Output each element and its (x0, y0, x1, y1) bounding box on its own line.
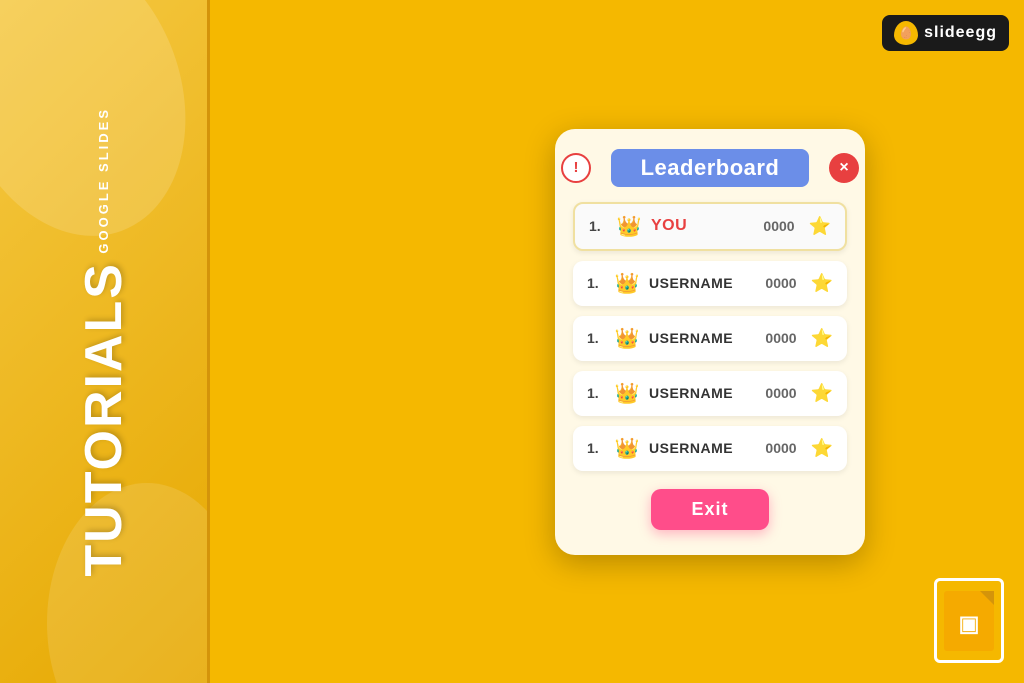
leaderboard-title: Leaderboard (611, 149, 810, 187)
star-5: ⭐ (811, 438, 833, 459)
exit-button-container: Exit (573, 489, 847, 530)
crown-icon-1: 👑 (615, 214, 643, 239)
star-1: ⭐ (809, 216, 831, 237)
leaderboard-row-5: 1. 👑 USERNAME 0000 ⭐ (573, 426, 847, 471)
star-3: ⭐ (811, 328, 833, 349)
logo-text: slideegg (924, 24, 997, 42)
main-area: 🥚 slideegg ! Leaderboard × 1. 👑 YOU 0000… (210, 0, 1024, 683)
rank-1: 1. (589, 218, 607, 234)
player-name-1: YOU (651, 217, 755, 235)
rank-3: 1. (587, 330, 605, 346)
exit-button[interactable]: Exit (651, 489, 768, 530)
player-name-4: USERNAME (649, 385, 757, 401)
slides-icon-symbol: ▣ (959, 611, 980, 637)
score-4: 0000 (765, 385, 796, 401)
score-3: 0000 (765, 330, 796, 346)
close-button[interactable]: × (829, 153, 859, 183)
rank-5: 1. (587, 440, 605, 456)
score-5: 0000 (765, 440, 796, 456)
leaderboard-row-3: 1. 👑 USERNAME 0000 ⭐ (573, 316, 847, 361)
player-name-3: USERNAME (649, 330, 757, 346)
player-name-5: USERNAME (649, 440, 757, 456)
leaderboard-row-1: 1. 👑 YOU 0000 ⭐ (573, 202, 847, 251)
google-slides-label: GOOGLE SLIDES (96, 107, 111, 254)
tutorials-label: TUTORIALS (78, 262, 130, 577)
star-4: ⭐ (811, 383, 833, 404)
sidebar-text-container: GOOGLE SLIDES TUTORIALS (78, 107, 130, 576)
leaderboard-row-2: 1. 👑 USERNAME 0000 ⭐ (573, 261, 847, 306)
egg-icon: 🥚 (894, 21, 918, 45)
crown-icon-5: 👑 (613, 436, 641, 461)
score-1: 0000 (763, 218, 794, 234)
modal-header: ! Leaderboard × (573, 149, 847, 187)
player-name-2: USERNAME (649, 275, 757, 291)
slideegg-logo: 🥚 slideegg (882, 15, 1009, 51)
rank-4: 1. (587, 385, 605, 401)
crown-icon-3: 👑 (613, 326, 641, 351)
leaderboard-rows: 1. 👑 YOU 0000 ⭐ 1. 👑 USERNAME 0000 ⭐ 1. … (573, 202, 847, 471)
slides-icon-container: ▣ (934, 578, 1004, 663)
leaderboard-row-4: 1. 👑 USERNAME 0000 ⭐ (573, 371, 847, 416)
slides-icon-inner: ▣ (944, 591, 994, 651)
rank-2: 1. (587, 275, 605, 291)
left-sidebar: GOOGLE SLIDES TUTORIALS (0, 0, 210, 683)
info-button[interactable]: ! (561, 153, 591, 183)
star-2: ⭐ (811, 273, 833, 294)
leaderboard-modal: ! Leaderboard × 1. 👑 YOU 0000 ⭐ 1. 👑 USE… (555, 129, 865, 555)
score-2: 0000 (765, 275, 796, 291)
crown-icon-4: 👑 (613, 381, 641, 406)
crown-icon-2: 👑 (613, 271, 641, 296)
